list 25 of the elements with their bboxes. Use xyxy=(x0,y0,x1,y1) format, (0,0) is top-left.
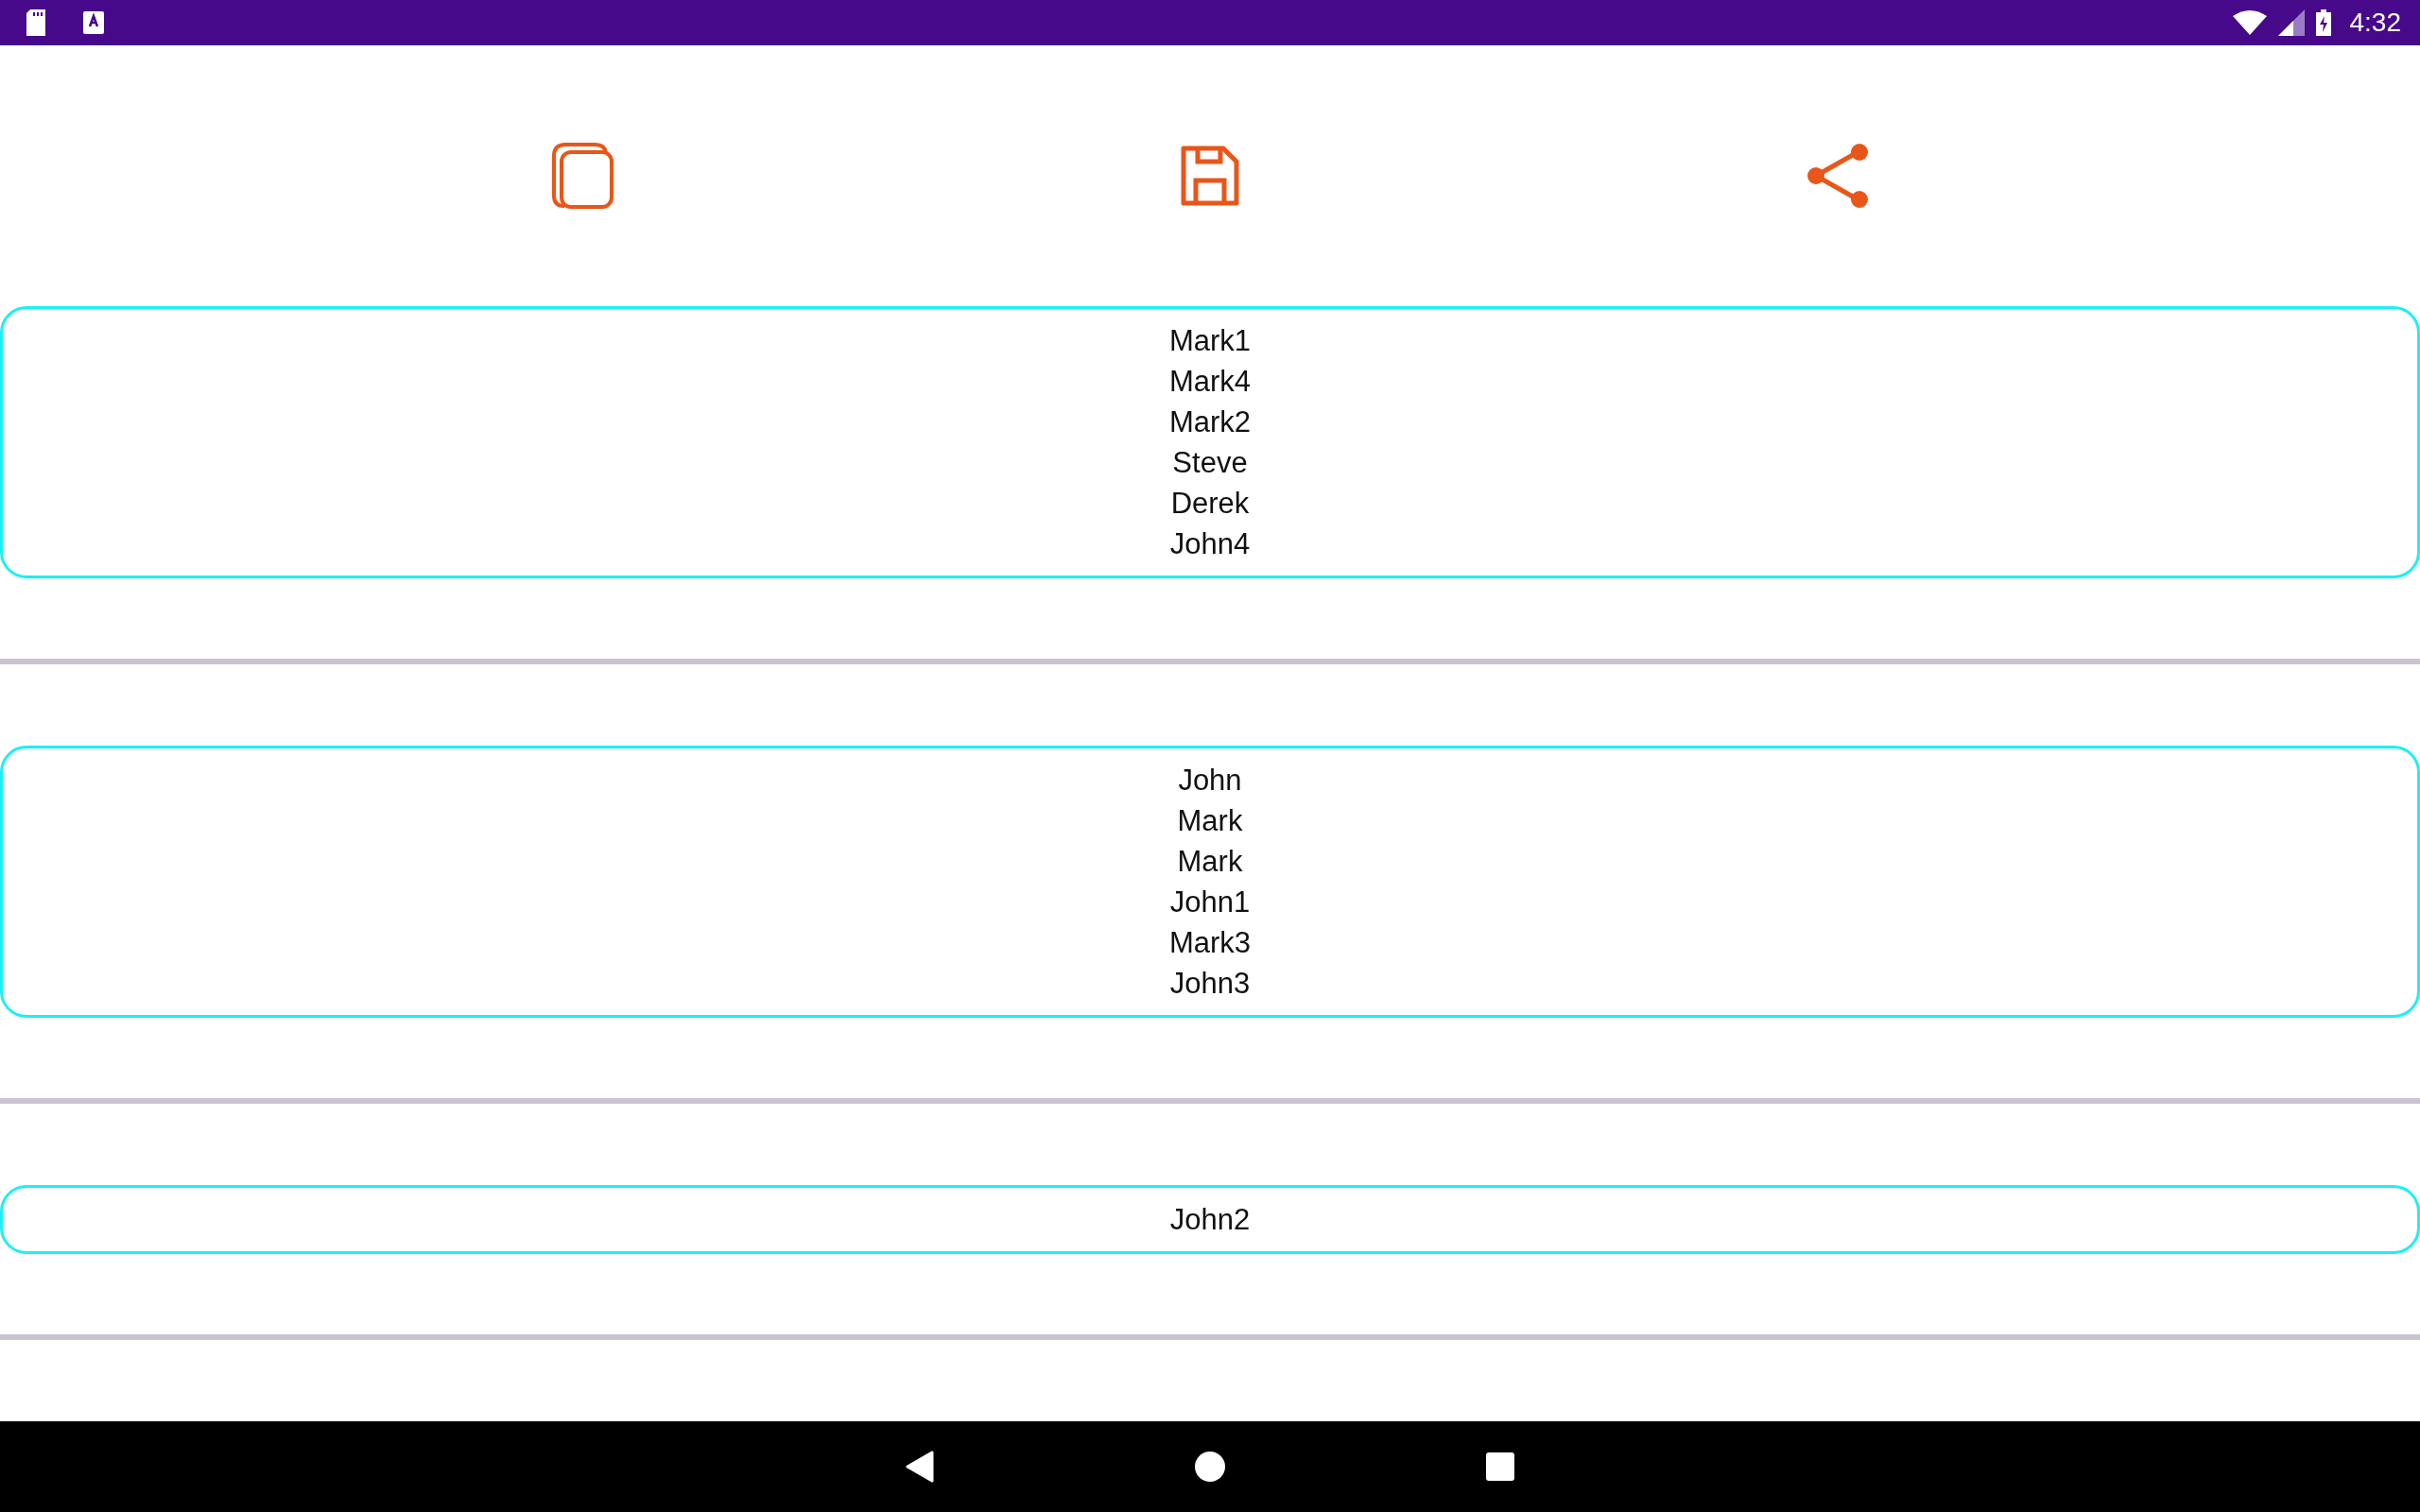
home-icon[interactable] xyxy=(1195,1451,1225,1482)
sd-card-icon xyxy=(25,8,47,37)
recents-icon[interactable] xyxy=(1486,1452,1514,1481)
name-label: Mark3 xyxy=(1168,924,1252,961)
save-icon[interactable] xyxy=(1181,145,1239,206)
name-label: John2 xyxy=(1169,1201,1251,1238)
name-label: Mark xyxy=(1177,802,1243,839)
name-label: Mark2 xyxy=(1168,404,1252,440)
back-icon[interactable] xyxy=(906,1450,934,1483)
name-label: Mark1 xyxy=(1168,322,1252,359)
name-label: Mark xyxy=(1177,843,1243,880)
name-label: Steve xyxy=(1172,444,1248,481)
name-label: Derek xyxy=(1170,485,1250,522)
cell-signal-icon xyxy=(2277,9,2305,36)
name-label: John3 xyxy=(1169,965,1251,1002)
app-notification-icon xyxy=(83,10,104,34)
share-icon[interactable] xyxy=(1806,143,1869,208)
copy-icon[interactable] xyxy=(551,141,614,210)
clock-time: 4:32 xyxy=(2349,7,2401,38)
name-label: John1 xyxy=(1169,884,1251,920)
wifi-icon xyxy=(2232,9,2267,35)
name-label: John4 xyxy=(1169,525,1251,562)
battery-charging-icon xyxy=(2315,9,2331,36)
name-label: John xyxy=(1178,762,1242,799)
name-label: Mark4 xyxy=(1168,363,1252,400)
